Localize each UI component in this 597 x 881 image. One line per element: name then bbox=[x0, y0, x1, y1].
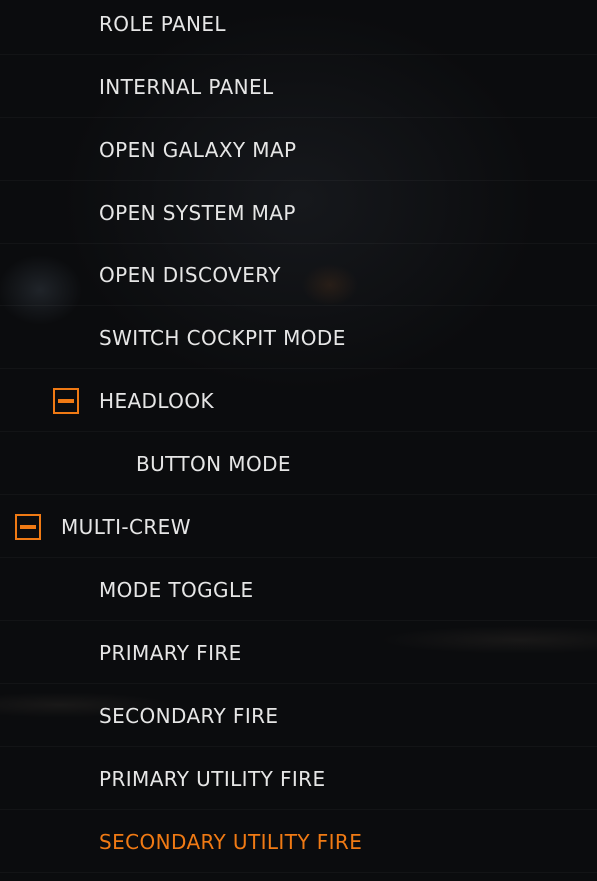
menu-item-open-galaxy-map[interactable]: OPEN GALAXY MAP bbox=[0, 119, 597, 181]
menu-item-label: SWITCH COCKPIT MODE bbox=[99, 325, 346, 350]
menu-item-label: PRIMARY UTILITY FIRE bbox=[99, 766, 326, 791]
menu-item-open-discovery[interactable]: OPEN DISCOVERY bbox=[0, 244, 597, 306]
menu-item-mode-toggle[interactable]: MODE TOGGLE bbox=[0, 559, 597, 621]
menu-item-label: OPEN GALAXY MAP bbox=[99, 137, 297, 162]
menu-item-label: BUTTON MODE bbox=[136, 451, 291, 476]
menu-item-open-system-map[interactable]: OPEN SYSTEM MAP bbox=[0, 182, 597, 244]
menu-item-internal-panel[interactable]: INTERNAL PANEL bbox=[0, 56, 597, 118]
menu-item-role-panel[interactable]: ROLE PANEL bbox=[0, 0, 597, 55]
menu-item-secondary-utility-fire[interactable]: SECONDARY UTILITY FIRE bbox=[0, 811, 597, 873]
collapse-multi-crew-minus-square-icon[interactable] bbox=[15, 513, 41, 540]
menu-item-label: OPEN SYSTEM MAP bbox=[99, 200, 296, 225]
menu-item-label: SECONDARY UTILITY FIRE bbox=[99, 829, 363, 854]
menu-group-label: MULTI-CREW bbox=[61, 514, 191, 539]
controls-menu: ROLE PANEL INTERNAL PANEL OPEN GALAXY MA… bbox=[0, 0, 597, 881]
menu-item-label: MODE TOGGLE bbox=[99, 577, 254, 602]
menu-item-label: OPEN DISCOVERY bbox=[99, 262, 281, 287]
menu-item-button-mode[interactable]: BUTTON MODE bbox=[0, 433, 597, 495]
menu-item-secondary-fire[interactable]: SECONDARY FIRE bbox=[0, 685, 597, 747]
menu-group-headlook[interactable]: HEADLOOK bbox=[0, 370, 597, 432]
menu-item-switch-cockpit-mode[interactable]: SWITCH COCKPIT MODE bbox=[0, 307, 597, 369]
menu-item-label: ROLE PANEL bbox=[99, 11, 226, 36]
menu-item-primary-utility-fire[interactable]: PRIMARY UTILITY FIRE bbox=[0, 748, 597, 810]
menu-item-primary-fire[interactable]: PRIMARY FIRE bbox=[0, 622, 597, 684]
menu-item-label: SECONDARY FIRE bbox=[99, 703, 279, 728]
menu-item-label: INTERNAL PANEL bbox=[99, 74, 274, 99]
menu-item-label: PRIMARY FIRE bbox=[99, 640, 242, 665]
collapse-headlook-minus-square-icon[interactable] bbox=[53, 387, 79, 414]
menu-group-label: HEADLOOK bbox=[99, 388, 214, 413]
menu-group-multi-crew[interactable]: MULTI-CREW bbox=[0, 496, 597, 558]
